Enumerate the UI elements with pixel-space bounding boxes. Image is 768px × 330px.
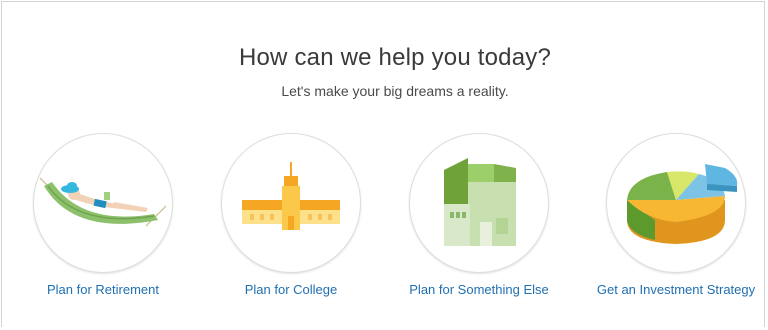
plan-college-link[interactable]: Plan for College bbox=[191, 282, 391, 297]
plan-something-else-link[interactable]: Plan for Something Else bbox=[379, 282, 579, 297]
plan-retirement-card[interactable]: Plan for Retirement bbox=[23, 133, 183, 303]
plan-retirement-circle[interactable] bbox=[33, 133, 173, 273]
page-subtitle: Let's make your big dreams a reality. bbox=[281, 83, 509, 99]
plan-something-else-circle[interactable] bbox=[409, 133, 549, 273]
investment-strategy-link[interactable]: Get an Investment Strategy bbox=[576, 282, 768, 297]
plan-retirement-link[interactable]: Plan for Retirement bbox=[3, 282, 203, 297]
page-title: How can we help you today? bbox=[238, 44, 552, 71]
college-building-icon bbox=[242, 162, 340, 230]
pie-chart-icon bbox=[627, 164, 738, 244]
investment-strategy-circle[interactable] bbox=[606, 133, 746, 273]
plan-college-card[interactable]: Plan for College bbox=[211, 133, 371, 303]
hammock-icon bbox=[39, 177, 167, 227]
page-frame: How can we help you today? Let's make yo… bbox=[1, 1, 765, 327]
plan-college-circle[interactable] bbox=[221, 133, 361, 273]
plan-something-else-card[interactable]: Plan for Something Else bbox=[399, 133, 559, 303]
investment-strategy-card[interactable]: Get an Investment Strategy bbox=[596, 133, 756, 303]
house-icon bbox=[444, 158, 516, 246]
